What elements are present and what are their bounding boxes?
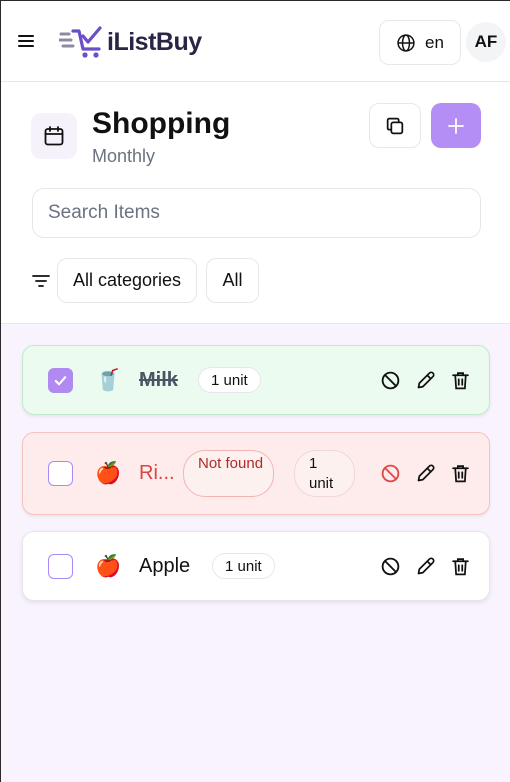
language-button[interactable]: en [379,20,461,65]
item-category-icon: 🍎 [95,461,122,485]
list-subtitle: Monthly [92,146,156,166]
plus-icon [448,117,464,134]
search-input[interactable] [32,188,481,238]
pencil-icon [417,557,434,574]
item-name: Ri... [139,462,175,484]
category-filter-dropdown[interactable]: All categories [57,258,197,303]
pencil-icon [417,464,434,482]
item-checkbox[interactable] [48,461,73,486]
status-filter-dropdown[interactable]: All [206,258,259,303]
add-item-button[interactable] [431,103,481,148]
block-icon [381,464,399,483]
item-list: 🥤 Milk 1 unit 🍎 Ri... Not found 1 unit 🍎… [1,323,510,782]
mark-not-found-button[interactable] [379,555,401,577]
delete-item-button[interactable] [449,555,471,577]
edit-item-button[interactable] [414,555,436,577]
delete-item-button[interactable] [449,369,471,391]
edit-item-button[interactable] [414,463,436,485]
block-icon [381,371,399,389]
hamburger-icon[interactable] [18,33,36,49]
calendar-icon [44,126,64,146]
user-avatar[interactable]: AF [466,22,506,62]
item-quantity-badge: 1 unit [212,553,275,579]
edit-item-button[interactable] [414,369,436,391]
app-logo[interactable]: iListBuy [59,25,202,59]
item-quantity-badge: 1 unit [198,367,261,393]
filter-icon[interactable] [32,273,50,289]
brand-name: iListBuy [107,27,202,56]
list-item: 🍎 Apple 1 unit [22,531,490,601]
item-category-icon: 🍎 [95,553,122,578]
item-name: Apple [139,554,191,577]
copy-list-button[interactable] [369,103,421,148]
mark-not-found-button[interactable] [379,463,401,485]
pencil-icon [417,371,434,388]
check-icon [54,375,67,385]
item-category-icon: 🥤 [95,367,122,392]
not-found-badge: Not found [183,450,274,497]
language-code: en [425,32,444,52]
trash-icon [451,371,469,389]
block-icon [381,557,399,575]
item-quantity-badge: 1 unit [294,450,355,497]
mark-not-found-button[interactable] [379,369,401,391]
item-checkbox[interactable] [48,367,73,393]
list-icon-box [31,113,77,159]
cart-logo-icon [59,26,102,58]
item-checkbox[interactable] [48,553,73,579]
list-item: 🍎 Ri... Not found 1 unit [22,432,490,515]
app-header: iListBuy en AF [1,1,510,82]
delete-item-button[interactable] [449,463,471,485]
item-name: Milk [139,368,178,391]
trash-icon [451,557,469,575]
globe-icon [397,33,415,52]
page-title: Shopping [92,107,231,140]
list-item: 🥤 Milk 1 unit [22,345,490,415]
copy-icon [386,117,404,134]
trash-icon [451,465,469,483]
